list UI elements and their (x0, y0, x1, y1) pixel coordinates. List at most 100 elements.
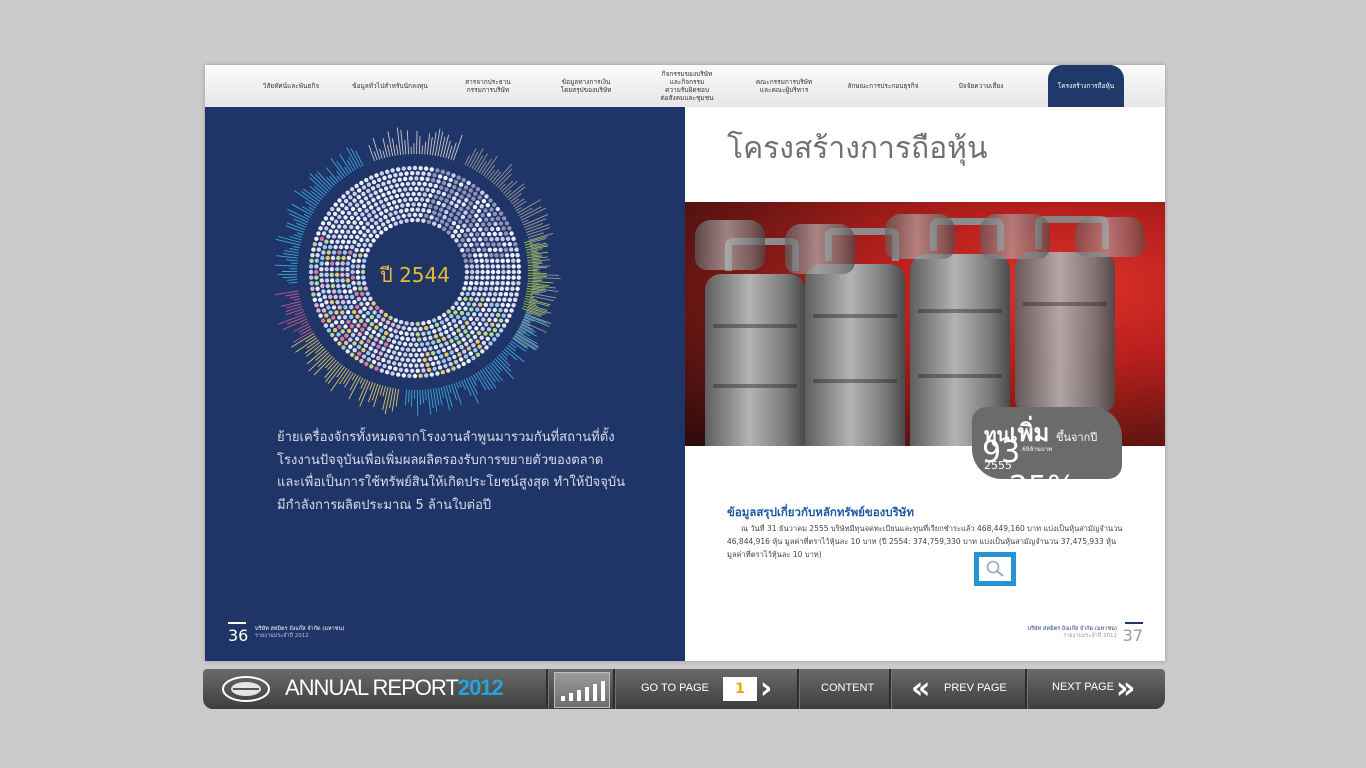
ring-dot (415, 321, 420, 327)
ring-dot (394, 345, 400, 351)
ring-dot (355, 275, 361, 280)
ring-dot (463, 281, 468, 286)
ring-dot (462, 253, 467, 258)
ring-dot (446, 345, 452, 351)
ring-dot (414, 363, 419, 368)
ring-dot (349, 305, 354, 310)
ring-bar (339, 153, 352, 173)
ring-dot (454, 238, 459, 243)
ring-dot (425, 177, 430, 182)
ring-dot (454, 335, 459, 341)
zoom-button[interactable] (974, 552, 1016, 586)
ring-bar (395, 388, 400, 407)
ring-dot (444, 329, 449, 335)
ring-dot (498, 292, 503, 297)
tab-risk-factors[interactable]: ปัจจัยความเสี่ยง (939, 65, 1023, 107)
prev-page-button[interactable]: PREV PAGE (944, 682, 1007, 694)
ring-dot (397, 362, 402, 367)
tab-investor-info[interactable]: ข้อมูลทั่วไปสำหรับนักลงทุน (345, 65, 435, 107)
ring-dot (489, 286, 494, 291)
ring-dot (506, 269, 511, 275)
ring-dot (498, 231, 503, 237)
ring-dot (511, 258, 516, 263)
ring-dot (362, 322, 368, 328)
ring-dot (376, 344, 381, 349)
ring-dot (401, 373, 406, 378)
tab-business-nature[interactable]: ลักษณะการประกอบธุรกิจ (837, 65, 929, 107)
ring-dot (466, 180, 471, 186)
tab-board-management[interactable]: คณะกรรมการบริษัท และคณะผู้บริหาร (741, 65, 827, 107)
ring-dot (325, 255, 330, 261)
page-number-input[interactable]: 1 (723, 677, 757, 701)
ring-dot (373, 349, 378, 354)
ring-dot (328, 310, 333, 315)
ring-dot (388, 212, 393, 217)
ring-dot (450, 234, 455, 239)
ring-bar (478, 160, 487, 174)
ring-dot (384, 208, 389, 213)
ring-dot (463, 258, 468, 263)
ring-dot (485, 336, 490, 341)
tab-vision[interactable]: วิสัยทัศน์และพันธกิจ (245, 65, 337, 107)
ring-dot (377, 361, 382, 367)
ring-bar (336, 366, 345, 378)
ring-dot (414, 197, 419, 202)
ring-dot (449, 326, 454, 332)
ring-dot (431, 199, 436, 204)
ring-dot (321, 308, 327, 313)
ring-dot (478, 286, 483, 291)
tab-chairman-message[interactable]: สารจากประธาน กรรมการบริษัท (445, 65, 531, 107)
ring-dot (374, 366, 379, 371)
ring-dot (321, 289, 326, 294)
ring-dot (503, 292, 509, 297)
ring-dot (369, 205, 374, 210)
ring-dot (340, 336, 345, 341)
ring-dot (376, 355, 381, 361)
ring-dot (429, 215, 434, 220)
ring-dot (310, 253, 315, 258)
ring-dot (456, 175, 461, 180)
ring-dot (415, 207, 420, 212)
ring-dot (368, 243, 373, 248)
ring-dot (489, 207, 494, 212)
next-double-chevron-icon[interactable]: » (1116, 669, 1135, 709)
ring-dot (394, 204, 399, 210)
ring-dot (514, 292, 519, 297)
tab-shareholding-structure[interactable]: โครงสร้างการถือหุ้น (1048, 65, 1124, 107)
ring-dot (415, 171, 420, 176)
ring-bar (427, 389, 432, 415)
tab-financial-summary[interactable]: ข้อมูลทางการเงิน โดยสรุปของบริษัท (541, 65, 631, 107)
ring-dot (343, 215, 348, 220)
ring-dot (447, 321, 452, 327)
ring-bar (429, 136, 433, 156)
ring-dot (415, 217, 420, 223)
ring-dot (321, 231, 327, 236)
content-button[interactable]: CONTENT (821, 682, 874, 694)
next-page-button[interactable]: NEXT PAGE (1052, 681, 1114, 693)
ring-dot (477, 302, 483, 307)
ring-dot (419, 352, 425, 358)
prev-double-chevron-icon[interactable]: « (911, 669, 930, 709)
go-chevron-icon[interactable]: › (760, 669, 772, 709)
ring-dot (345, 278, 351, 283)
ring-dot (349, 224, 354, 230)
ring-dot (372, 229, 377, 234)
ring-dot (505, 281, 511, 286)
ring-dot (335, 261, 340, 266)
ring-dot (331, 234, 337, 239)
ring-dot (449, 200, 454, 206)
ring-dot (437, 223, 442, 229)
ring-dot (475, 269, 480, 275)
ring-dot (383, 214, 388, 220)
tab-csr-activities[interactable]: กิจกรรมของบริษัท และกิจกรรม ความรับผิดชอ… (641, 65, 733, 107)
ring-bar (368, 144, 376, 162)
sound-level-button[interactable] (554, 672, 610, 708)
ring-dot (457, 352, 462, 357)
ring-dot (463, 233, 468, 238)
ring-dot (500, 258, 505, 263)
ring-dot (398, 172, 404, 177)
ring-dot (501, 216, 507, 221)
ring-dot (479, 281, 484, 286)
ring-dot (481, 340, 487, 346)
ring-dot (407, 326, 412, 332)
